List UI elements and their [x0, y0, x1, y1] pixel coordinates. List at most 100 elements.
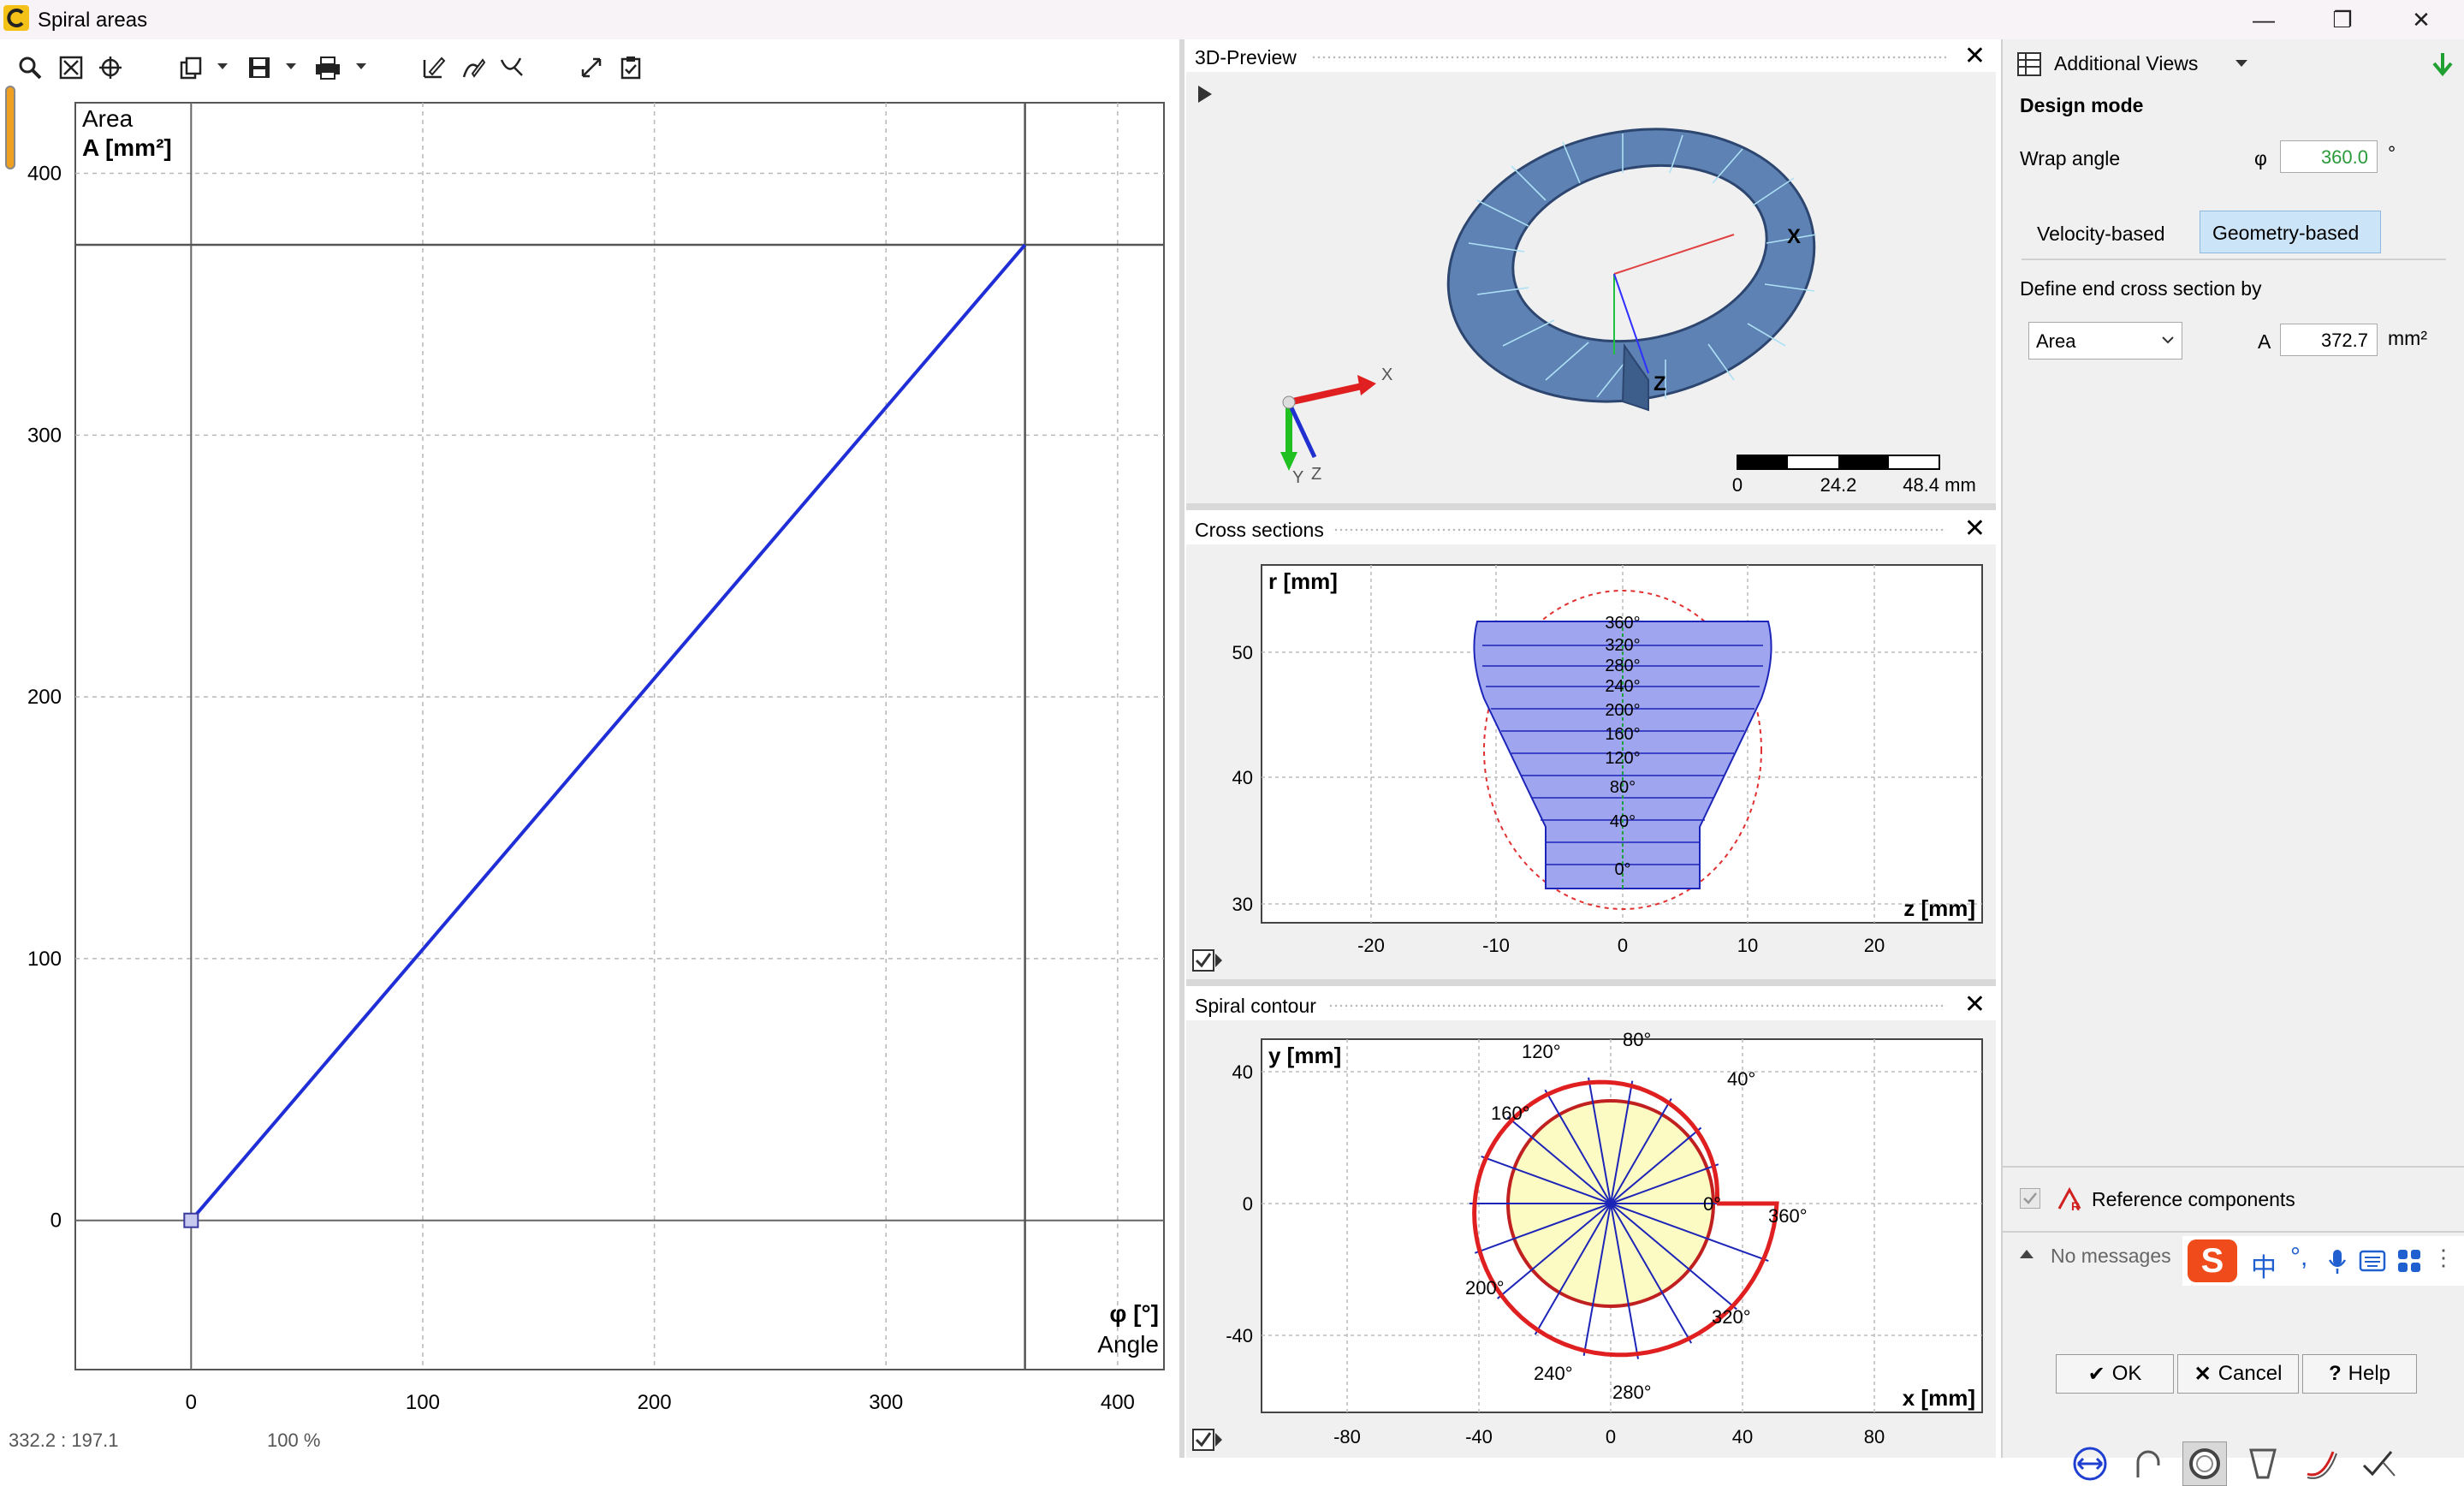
minimize-button[interactable]: — — [2225, 0, 2302, 39]
ime-more-icon[interactable]: ⋮ — [2432, 1245, 2455, 1271]
triad-label-y: Y — [1292, 468, 1303, 487]
spiral-xtick: 40 — [1732, 1426, 1753, 1447]
y-axis-label-unit: A [mm²] — [82, 134, 172, 161]
edit-chart-icon[interactable] — [418, 51, 450, 84]
print-icon[interactable] — [312, 51, 344, 84]
close-window-button[interactable]: ✕ — [2383, 0, 2460, 39]
ime-punctuation-toggle[interactable]: °, — [2290, 1243, 2307, 1272]
close-preview-icon[interactable]: ✕ — [1964, 41, 1986, 72]
restore-button[interactable]: ❐ — [2304, 0, 2381, 39]
spiral-angle-label: 320° — [1712, 1306, 1751, 1328]
cross-section-label: 200° — [1605, 701, 1640, 720]
ime-language-toggle[interactable]: 中 — [2251, 1246, 2277, 1284]
copy-icon[interactable] — [175, 51, 207, 84]
area-input[interactable]: 372.7 — [2280, 324, 2378, 356]
y-tick-label: 0 — [50, 1210, 62, 1233]
close-cross-icon[interactable]: ✕ — [1964, 514, 1986, 544]
spiral-y-label: y [mm] — [1268, 1043, 1341, 1068]
cross-panel-header: Cross sections ✕ — [1186, 514, 1996, 544]
additional-views-label: Additional Views — [2054, 52, 2199, 74]
ime-grid-icon[interactable] — [2396, 1248, 2422, 1274]
preview-panel-title: 3D-Preview — [1195, 46, 1297, 68]
crosshair-icon[interactable] — [94, 51, 127, 84]
svg-text:R: R — [2071, 1199, 2080, 1212]
orientation-triad-icon — [1280, 375, 1376, 471]
spiral-angle-label: 240° — [1534, 1363, 1573, 1384]
scale-icon[interactable] — [575, 51, 608, 84]
keyboard-icon[interactable] — [2359, 1250, 2386, 1272]
triad-label-z: Z — [1311, 465, 1321, 484]
smooth-curve-icon[interactable] — [495, 51, 527, 84]
velocity-based-toggle[interactable]: Velocity-based — [2025, 212, 2177, 255]
spiral-area-chart[interactable]: 0 100 200 300 4000100200300400 Area A [mm²] … — [0, 94, 1179, 1430]
reference-components-checkbox[interactable] — [2020, 1188, 2040, 1209]
ime-toolbar[interactable]: S 中 °, ⋮ — [2182, 1236, 2464, 1286]
cursor-coordinates: 332.2 : 197.1 — [9, 1430, 119, 1451]
ok-button[interactable]: ✔ OK — [2056, 1354, 2174, 1394]
y-tick-label: 400 — [27, 163, 62, 186]
check-design-icon[interactable] — [2357, 1441, 2402, 1486]
clipboard-check-icon[interactable] — [615, 51, 647, 84]
plot-frame — [74, 102, 1165, 1370]
horizontal-splitter[interactable] — [1186, 979, 1996, 986]
fit-view-icon[interactable] — [55, 51, 87, 84]
cross-section-label: 0° — [1614, 860, 1630, 879]
geometry-based-toggle[interactable]: Geometry-based — [2200, 211, 2381, 253]
vertical-splitter[interactable] — [1179, 39, 1185, 1458]
help-label: Help — [2348, 1362, 2391, 1385]
spiral-angle-label: 0° — [1703, 1193, 1721, 1215]
save-dropdown-icon[interactable] — [286, 63, 296, 69]
horizontal-splitter[interactable] — [1186, 503, 1996, 510]
sogou-ime-icon[interactable]: S — [2188, 1239, 2237, 1282]
additional-views-header[interactable]: Additional Views — [2003, 39, 2464, 87]
reference-components-icon: R — [2057, 1186, 2081, 1212]
define-end-label: Define end cross section by — [2020, 277, 2262, 300]
panel-drag-handle[interactable] — [1311, 55, 1946, 62]
spiral-panel-title: Spiral contour — [1195, 995, 1316, 1017]
design-mode-heading: Design mode — [2020, 94, 2144, 116]
wrap-angle-input[interactable]: 360.0 — [2280, 140, 2378, 173]
y-tick-label: 100 — [27, 948, 62, 971]
panel-drag-handle[interactable] — [1333, 527, 1946, 534]
spiral-panel-body[interactable]: 80° 120° 40° 160° 0° 360° 200° 320° 240° 280° y [… — [1186, 1020, 1996, 1458]
views-dropdown-icon[interactable] — [2235, 60, 2247, 67]
print-dropdown-icon[interactable] — [356, 63, 366, 69]
copy-dropdown-icon[interactable] — [217, 63, 228, 69]
save-icon[interactable] — [243, 51, 276, 84]
close-spiral-icon[interactable]: ✕ — [1964, 990, 1986, 1020]
spiral-areas-icon[interactable] — [2182, 1441, 2227, 1486]
edit-curve-icon[interactable] — [457, 51, 490, 84]
preview-panel-body[interactable]: X Z X Y Z 0 24.2 48.4 mm — [1186, 72, 1996, 503]
zoom-icon[interactable] — [14, 51, 46, 84]
toolbar — [0, 43, 1181, 94]
messages-expand-icon[interactable] — [2020, 1250, 2034, 1258]
help-button[interactable]: ? Help — [2302, 1354, 2417, 1394]
cross-section-shape-icon[interactable] — [2241, 1441, 2285, 1486]
spiral-angle-label: 80° — [1623, 1029, 1651, 1050]
scale-label-max: 48.4 mm — [1903, 474, 1976, 496]
spiral-options-checkbox-icon[interactable] — [1192, 1429, 1222, 1451]
start-point-marker[interactable] — [183, 1212, 199, 1228]
title-bar: Spiral areas — ❐ ✕ — [0, 0, 2464, 39]
check-icon: ✔ — [2087, 1362, 2105, 1386]
spiral-direction-icon[interactable] — [2068, 1441, 2112, 1486]
torus-3d-model — [1446, 128, 1817, 412]
spiral-xtick: 0 — [1606, 1426, 1616, 1447]
microphone-icon[interactable] — [2326, 1248, 2348, 1275]
play-icon[interactable] — [1198, 86, 1212, 103]
x-tick-label: 300 — [869, 1391, 903, 1414]
tongue-icon[interactable] — [2126, 1441, 2170, 1486]
x-axis-label-unit: φ [°] — [1109, 1300, 1159, 1327]
cross-panel-body[interactable]: 360° 320° 280° 240° 200° 160° 120° 80° 40° 0° r [… — [1186, 544, 1996, 979]
spiral-ytick: 0 — [1243, 1193, 1253, 1215]
cancel-button[interactable]: ✕ Cancel — [2177, 1354, 2299, 1394]
scale-label-0: 0 — [1732, 474, 1743, 496]
cross-options-checkbox-icon[interactable] — [1192, 949, 1222, 972]
outlet-diffuser-icon[interactable] — [2299, 1441, 2343, 1486]
axis-label-x-model: X — [1787, 225, 1801, 248]
panel-drag-handle[interactable] — [1328, 1003, 1946, 1010]
x-tick-label: 0 — [186, 1391, 197, 1414]
end-section-select[interactable]: Area — [2028, 322, 2182, 360]
cross-xtick: 20 — [1864, 935, 1885, 956]
green-arrow-down-icon[interactable] — [2431, 51, 2455, 77]
